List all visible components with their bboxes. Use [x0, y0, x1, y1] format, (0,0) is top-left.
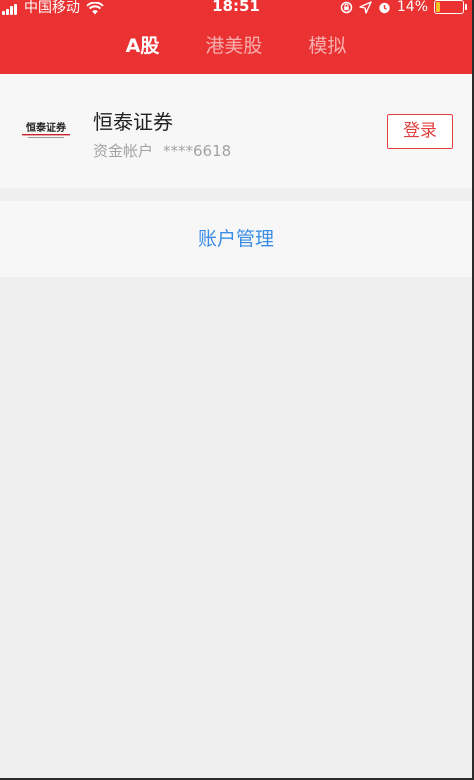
broker-name: 恒泰证券 [93, 110, 173, 134]
tab-2[interactable]: 模拟 [285, 28, 369, 64]
header-bar: 中国移动 18:51 14% A股 港美股 模拟 [0, 0, 472, 74]
account-number: ****6618 [163, 142, 232, 160]
location-arrow-icon [359, 0, 372, 14]
tab-0[interactable]: A股 [103, 28, 183, 64]
broker-logo-text: 恒泰证券 [26, 121, 67, 134]
status-bar: 中国移动 18:51 14% [0, 0, 472, 16]
broker-card[interactable]: 恒泰证券 恒泰证券 资金帐户 ****6618 登录 [0, 74, 472, 188]
account-info: 资金帐户 ****6618 [93, 140, 231, 161]
broker-logo: 恒泰证券 [22, 121, 70, 138]
login-button[interactable]: 登录 [387, 114, 453, 149]
alarm-icon [379, 2, 390, 13]
account-label: 资金帐户 [93, 142, 154, 160]
battery-icon [434, 0, 467, 14]
market-tabs: A股 港美股 模拟 [0, 28, 472, 64]
battery-percent: 14% [396, 0, 428, 15]
rotation-lock-icon [340, 1, 353, 13]
tab-1[interactable]: 港美股 [182, 28, 285, 64]
app-screen: 中国移动 18:51 14% A股 港美股 模拟 恒泰证券 恒泰证券 资金帐户 … [0, 0, 474, 780]
battery-fill [436, 2, 440, 12]
status-right: 14% [340, 0, 467, 15]
account-management-button[interactable]: 账户管理 [0, 201, 472, 277]
